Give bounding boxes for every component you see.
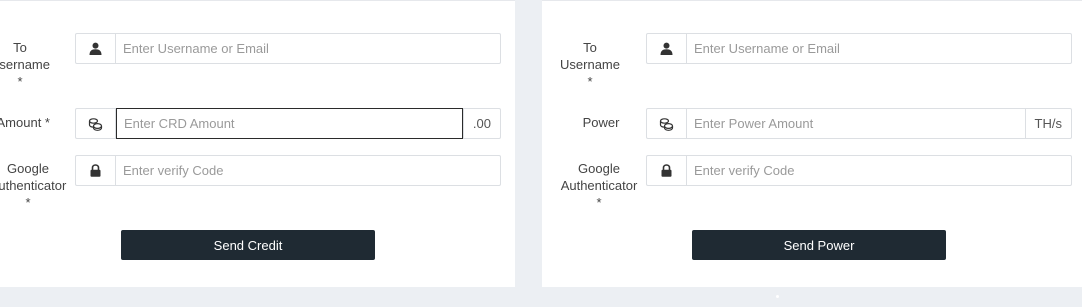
lock-icon <box>76 156 116 185</box>
scroll-indicator-dot <box>776 295 779 298</box>
power-input-group: TH/s <box>646 108 1072 139</box>
username-input-group <box>646 33 1072 64</box>
label-line: Authenticator <box>560 178 638 193</box>
verify-code-input[interactable] <box>687 156 1071 185</box>
label-line: Google <box>7 161 49 176</box>
send-credit-panel: To Username * Amount * .00 Google Authen… <box>0 0 515 287</box>
label-line: * <box>17 74 23 89</box>
label-line: * <box>587 74 593 89</box>
coins-icon <box>76 109 116 138</box>
google-authenticator-label: Google Authenticator * <box>553 160 645 211</box>
send-power-button[interactable]: Send Power <box>692 230 946 260</box>
verify-code-input-group <box>75 155 501 186</box>
label-line: Google <box>578 161 620 176</box>
label-line: Username <box>560 57 620 72</box>
amount-suffix: .00 <box>462 109 500 138</box>
verify-code-input[interactable] <box>116 156 500 185</box>
verify-code-input-group <box>646 155 1072 186</box>
power-label: Power <box>582 115 620 130</box>
user-icon <box>647 34 687 63</box>
label-line: To <box>13 40 27 55</box>
power-unit-suffix: TH/s <box>1024 109 1071 138</box>
google-authenticator-label: Google Authenticator * <box>0 160 73 211</box>
to-username-label: To Username * <box>0 39 60 90</box>
label-line: * <box>596 195 602 210</box>
label-line: Username <box>0 57 50 72</box>
to-username-label: To Username * <box>552 39 628 90</box>
label-line: * <box>25 195 31 210</box>
amount-label: Amount * <box>0 115 50 130</box>
amount-input[interactable] <box>116 108 463 139</box>
amount-input-group: .00 <box>75 108 501 139</box>
username-input-group <box>75 33 501 64</box>
user-icon <box>76 34 116 63</box>
lock-icon <box>647 156 687 185</box>
label-line: To <box>583 40 597 55</box>
send-power-panel: To Username * Power TH/s Google Authenti… <box>542 0 1082 287</box>
send-credit-button[interactable]: Send Credit <box>121 230 375 260</box>
label-line: Authenticator <box>0 178 67 193</box>
coins-icon <box>647 109 687 138</box>
username-input[interactable] <box>116 34 500 63</box>
username-input[interactable] <box>687 34 1071 63</box>
power-input[interactable] <box>687 109 1025 138</box>
